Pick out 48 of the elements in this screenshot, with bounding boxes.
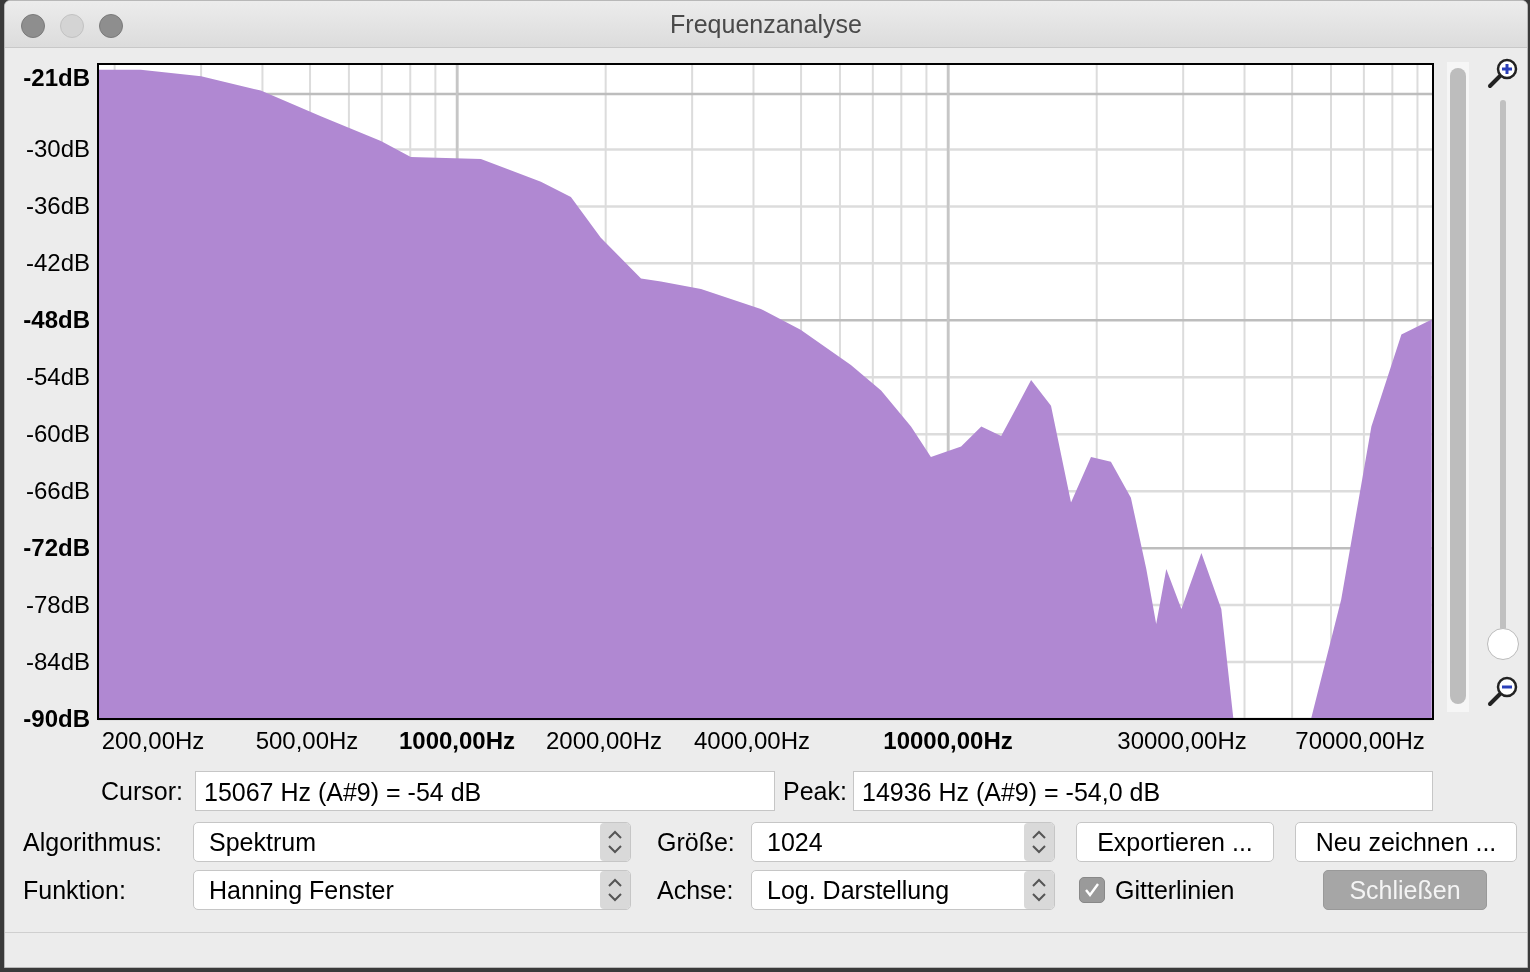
stepper-icon — [1024, 871, 1054, 909]
y-axis-label: -36dB — [25, 192, 90, 220]
checkmark-icon — [1084, 882, 1100, 898]
window-title: Frequenzanalyse — [670, 9, 862, 39]
y-axis-label: -48dB — [23, 306, 90, 334]
y-axis-label: -21dB — [23, 64, 90, 91]
cursor-readout-field[interactable]: 15067 Hz (A#9) = -54 dB — [195, 771, 775, 811]
stepper-icon — [1024, 823, 1054, 861]
peak-label: Peak: — [783, 776, 848, 806]
y-axis-label: -84dB — [25, 648, 90, 676]
dialog-button[interactable]: Exportieren ... — [1076, 822, 1274, 862]
zoom-in-icon[interactable] — [1486, 56, 1520, 90]
setting-label: Funktion: — [23, 875, 127, 905]
x-axis-label: 70000,00Hz — [1295, 727, 1425, 754]
y-axis-label: -66dB — [25, 477, 90, 505]
stepper-icon — [600, 871, 630, 909]
zoom-button[interactable] — [99, 14, 123, 38]
setting-label: Achse: — [657, 875, 735, 905]
cursor-label: Cursor: — [101, 776, 184, 806]
y-axis-label: -72dB — [23, 534, 90, 562]
dropdown[interactable]: 1024 — [751, 822, 1055, 862]
dropdown[interactable]: Hanning Fenster — [193, 870, 631, 910]
y-axis-label: -30dB — [25, 135, 90, 163]
x-axis-label: 200,00Hz — [101, 727, 205, 754]
x-axis-label: 10000,00Hz — [883, 727, 1013, 754]
peak-readout-field[interactable]: 14936 Hz (A#9) = -54,0 dB — [853, 771, 1433, 811]
y-axis-label: -54dB — [25, 363, 90, 391]
dialog-button[interactable]: Neu zeichnen ... — [1295, 822, 1517, 862]
x-axis-label: 500,00Hz — [255, 727, 359, 754]
zoom-out-icon[interactable] — [1486, 674, 1520, 708]
y-axis-label: -78dB — [25, 591, 90, 619]
x-axis-label: 2000,00Hz — [545, 727, 663, 754]
zoom-slider[interactable] — [1486, 100, 1520, 660]
y-axis-label: -42dB — [25, 249, 90, 277]
vertical-scrollbar[interactable] — [1447, 62, 1469, 712]
x-axis-label: 1000,00Hz — [398, 727, 516, 754]
dropdown[interactable]: Log. Darstellung — [751, 870, 1055, 910]
close-button[interactable] — [21, 14, 45, 38]
stepper-icon — [600, 823, 630, 861]
checkbox[interactable] — [1079, 877, 1105, 903]
x-axis-label: 4000,00Hz — [693, 727, 811, 754]
y-axis-label: -90dB — [23, 705, 90, 732]
y-axis-label: -60dB — [25, 420, 90, 448]
dropdown[interactable]: Spektrum — [193, 822, 631, 862]
setting-label: Algorithmus: — [23, 827, 163, 857]
checkbox-label: Gitterlinien — [1115, 875, 1235, 905]
setting-label: Größe: — [657, 827, 736, 857]
x-axis-label: 30000,00Hz — [1117, 727, 1247, 754]
